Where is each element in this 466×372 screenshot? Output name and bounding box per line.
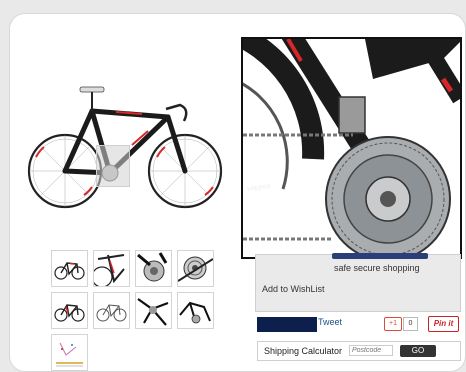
social-share-bar: Tweet +1 0 Pin it <box>255 315 461 335</box>
thumbnail-frame-detail[interactable] <box>177 292 214 329</box>
thumbnail-component-closeup[interactable] <box>135 292 172 329</box>
zoom-lens-indicator[interactable] <box>96 145 130 187</box>
thumbnail-derailleur[interactable] <box>135 250 172 287</box>
thumbnail-bike-side-2[interactable] <box>51 292 88 329</box>
shipping-calculator-label: Shipping Calculator <box>264 346 343 356</box>
add-to-wishlist-link[interactable]: Add to WishList <box>262 284 325 294</box>
shipping-calculator: Shipping Calculator GO <box>257 341 461 361</box>
tweet-button[interactable]: Tweet <box>318 317 342 327</box>
secure-shopping-text: safe secure shopping <box>334 263 420 273</box>
frame-detail-thumb-icon <box>179 301 211 324</box>
derailleur-thumb-icon <box>137 252 168 282</box>
go-button[interactable]: GO <box>400 345 436 357</box>
postcode-input[interactable] <box>349 345 393 356</box>
facebook-like-button[interactable] <box>257 317 317 332</box>
google-plus-button[interactable]: +1 <box>384 317 402 331</box>
bike-outline-thumb-icon <box>96 304 127 322</box>
component-closeup-thumb-icon <box>137 298 169 326</box>
thumbnail-bike-outline[interactable] <box>93 292 130 329</box>
crankset-closeup-image: wiipped <box>243 39 460 257</box>
add-to-cart-button[interactable] <box>332 253 428 259</box>
thumbnail-size-chart[interactable] <box>51 334 88 371</box>
google-plus-count: 0 <box>403 317 418 331</box>
cassette-thumb-icon <box>177 256 214 282</box>
bike-detail-thumb-icon <box>91 254 125 288</box>
main-product-image[interactable] <box>20 69 230 219</box>
thumbnail-bike-detail[interactable] <box>91 250 130 288</box>
purchase-panel: safe secure shopping Add to WishList <box>255 253 461 312</box>
product-gallery-card: wiipped safe secure shopping Add to Wish… <box>9 13 466 372</box>
zoom-preview-panel: wiipped <box>241 37 462 259</box>
bike-side-thumb-2-icon <box>54 304 85 322</box>
pinterest-pin-button[interactable]: Pin it <box>428 316 459 332</box>
thumbnail-cassette[interactable] <box>177 250 214 287</box>
size-chart-thumb-icon <box>56 342 83 367</box>
bike-side-thumb-icon <box>54 262 85 280</box>
thumbnail-bike-side[interactable] <box>51 250 88 287</box>
